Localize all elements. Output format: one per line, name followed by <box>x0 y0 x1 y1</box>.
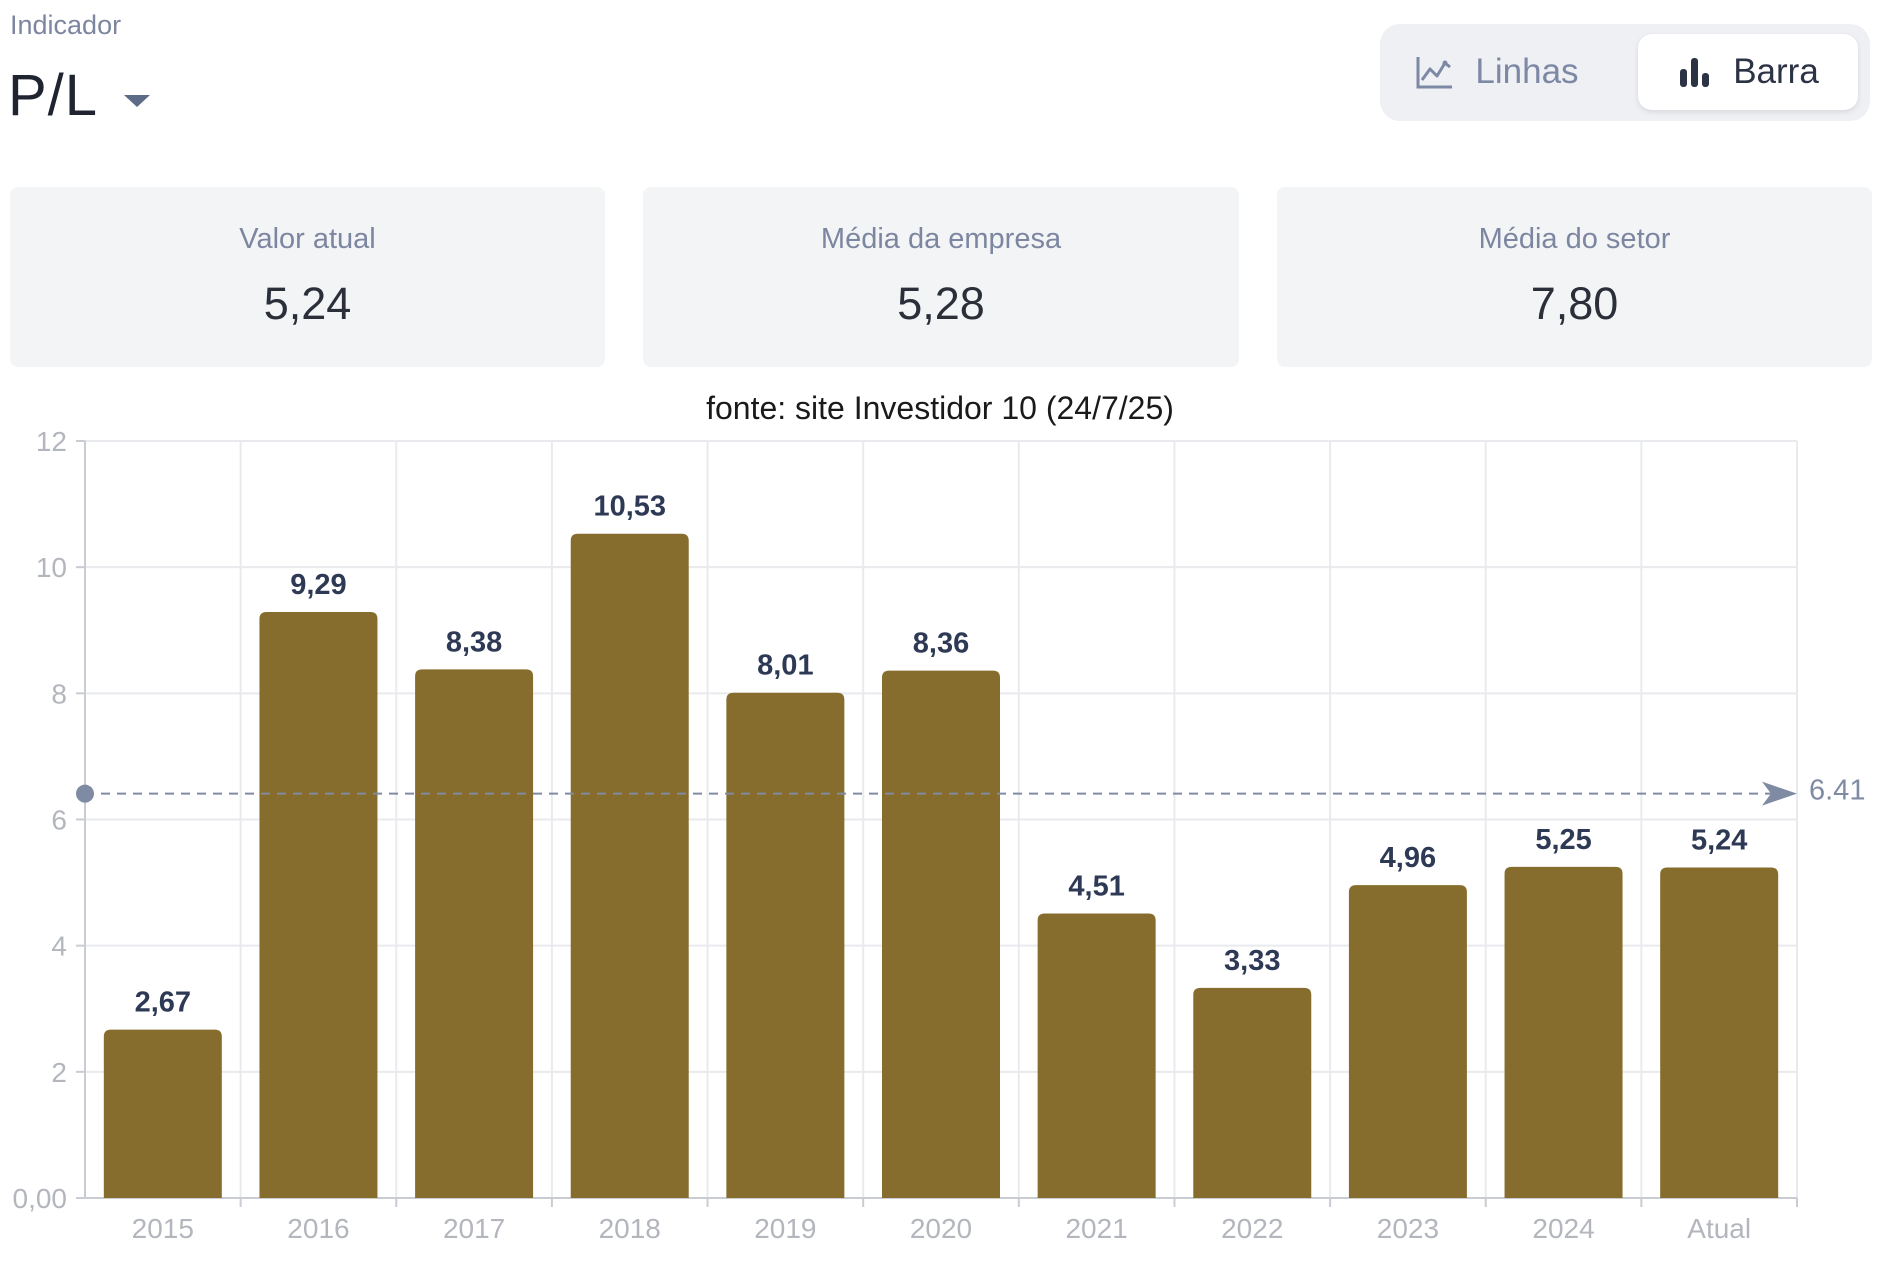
bar-button[interactable]: Barra <box>1638 34 1858 110</box>
sector-average-card: Média do setor 7,80 <box>1277 187 1872 367</box>
bar-value-label: 4,51 <box>1068 870 1124 902</box>
y-tick-label: 12 <box>36 426 67 457</box>
bar-value-label: 3,33 <box>1224 945 1280 977</box>
bar <box>1348 885 1467 1198</box>
average-line-start-dot <box>76 784 94 803</box>
indicator-dropdown[interactable]: P/L <box>8 62 151 129</box>
bar-value-label: 10,53 <box>593 491 666 523</box>
bar <box>570 533 689 1198</box>
card-label: Valor atual <box>239 223 376 255</box>
x-tick-label: 2022 <box>1221 1213 1283 1244</box>
x-tick-label: 2017 <box>443 1213 505 1244</box>
y-tick-label: 4 <box>51 931 67 962</box>
chevron-down-icon <box>124 94 151 107</box>
x-tick-label: Atual <box>1687 1213 1751 1244</box>
bar <box>415 669 534 1198</box>
bar-value-label: 2,67 <box>135 987 191 1019</box>
bar-value-label: 8,38 <box>446 626 502 658</box>
bar-button-label: Barra <box>1733 52 1819 91</box>
bar <box>1193 987 1312 1198</box>
current-value-card: Valor atual 5,24 <box>10 187 605 367</box>
bar <box>1504 866 1623 1198</box>
x-tick-label: 2024 <box>1532 1213 1594 1244</box>
bar <box>726 692 845 1198</box>
x-tick-label: 2020 <box>910 1213 972 1244</box>
card-label: Média da empresa <box>820 223 1062 255</box>
line-chart-icon <box>1416 57 1453 89</box>
lines-button-label: Linhas <box>1475 52 1579 91</box>
x-tick-label: 2016 <box>287 1213 349 1244</box>
y-tick-label: 2 <box>51 1057 67 1088</box>
bar-value-label: 5,25 <box>1535 824 1591 856</box>
pl-bar-chart: 0,00 2 4 6 8 10 12 2,67 2015 9,29 2016 8,38 2017 10,5… <box>13 426 1866 1244</box>
indicator-label: Indicador <box>10 10 122 40</box>
card-value: 5,24 <box>263 278 352 329</box>
x-tick-label: 2015 <box>132 1213 194 1244</box>
card-label: Média do setor <box>1478 223 1671 255</box>
x-tick-label: 2019 <box>754 1213 816 1244</box>
bar <box>259 611 378 1198</box>
bar <box>882 670 1000 1198</box>
bar-value-label: 8,36 <box>913 628 969 660</box>
card-value: 7,80 <box>1530 278 1619 329</box>
chart-type-toggle: Linhas Barra <box>1380 24 1870 121</box>
y-tick-label: 0,00 <box>13 1183 68 1214</box>
x-tick-label: 2021 <box>1065 1213 1127 1244</box>
bar <box>1660 867 1779 1198</box>
bar-value-label: 8,01 <box>757 650 813 682</box>
y-tick-label: 10 <box>36 552 67 583</box>
bar-value-label: 5,24 <box>1691 824 1747 856</box>
bar <box>103 1029 222 1198</box>
indicator-value: P/L <box>8 63 99 128</box>
x-tick-label: 2023 <box>1377 1213 1439 1244</box>
x-tick-label: 2018 <box>599 1213 661 1244</box>
average-line-label: 6.41 <box>1809 775 1865 807</box>
bar <box>1037 913 1156 1198</box>
bar-chart-icon <box>1680 58 1710 87</box>
bar-value-label: 9,29 <box>290 569 346 601</box>
lines-button[interactable]: Linhas <box>1388 34 1606 110</box>
card-value: 5,28 <box>897 278 985 329</box>
bar-value-label: 4,96 <box>1380 842 1436 874</box>
company-average-card: Média da empresa 5,28 <box>643 187 1239 367</box>
y-tick-label: 6 <box>51 805 67 836</box>
y-tick-label: 8 <box>51 678 67 709</box>
